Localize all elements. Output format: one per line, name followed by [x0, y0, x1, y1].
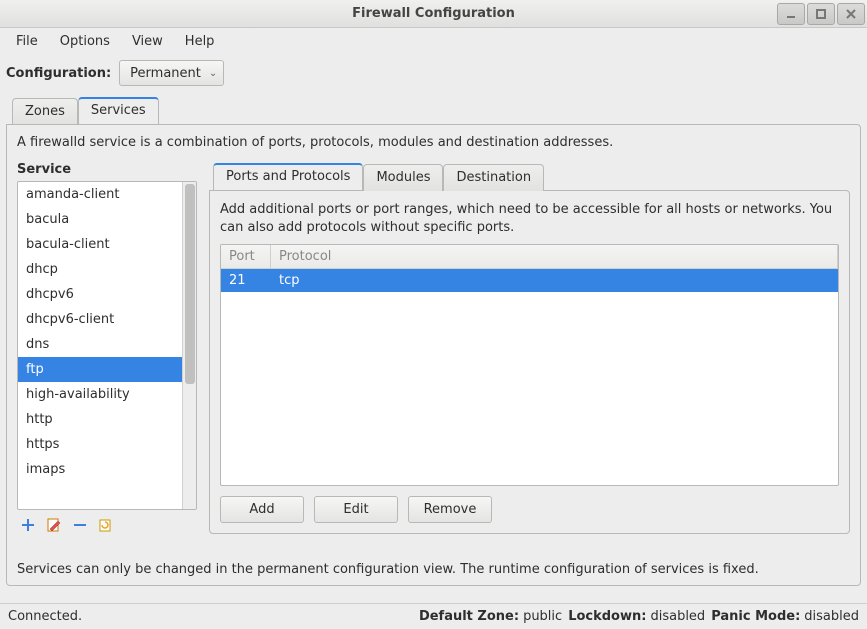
- service-item[interactable]: dhcpv6: [18, 282, 182, 307]
- service-item[interactable]: dhcpv6-client: [18, 307, 182, 332]
- maximize-button[interactable]: [807, 3, 835, 25]
- status-zone-label: Default Zone:: [419, 609, 519, 624]
- close-button[interactable]: [837, 3, 865, 25]
- edit-icon: [47, 518, 61, 532]
- status-panic-value: disabled: [804, 609, 859, 624]
- service-item[interactable]: imaps: [18, 457, 182, 482]
- service-item[interactable]: bacula: [18, 207, 182, 232]
- config-label: Configuration:: [6, 66, 111, 81]
- menu-file[interactable]: File: [6, 30, 48, 53]
- cell-protocol: tcp: [271, 269, 838, 292]
- table-header: Port Protocol: [221, 245, 838, 269]
- menu-help[interactable]: Help: [175, 30, 225, 53]
- remove-service-button[interactable]: [71, 516, 89, 534]
- tab-modules[interactable]: Modules: [363, 164, 443, 191]
- config-combo[interactable]: Permanent ⌄: [119, 60, 224, 86]
- header-port[interactable]: Port: [221, 245, 271, 268]
- cell-port: 21: [221, 269, 271, 292]
- window-title: Firewall Configuration: [0, 6, 867, 21]
- edit-service-button[interactable]: [45, 516, 63, 534]
- statusbar: Connected. Default Zone: public Lockdown…: [0, 603, 867, 629]
- service-item[interactable]: https: [18, 432, 182, 457]
- window-controls: [777, 0, 867, 28]
- chevron-down-icon: ⌄: [209, 68, 217, 79]
- service-list-container: amanda-clientbaculabacula-clientdhcpdhcp…: [17, 181, 197, 510]
- service-heading: Service: [17, 162, 197, 177]
- edit-button[interactable]: Edit: [314, 496, 398, 523]
- ports-buttons: Add Edit Remove: [220, 496, 839, 523]
- footer-note: Services can only be changed in the perm…: [17, 562, 759, 577]
- service-item[interactable]: dns: [18, 332, 182, 357]
- service-item[interactable]: bacula-client: [18, 232, 182, 257]
- scrollbar-thumb[interactable]: [185, 184, 195, 384]
- add-button[interactable]: Add: [220, 496, 304, 523]
- close-icon: [846, 9, 856, 19]
- outer-tabs: Zones Services: [0, 96, 867, 124]
- tab-destination[interactable]: Destination: [443, 164, 544, 191]
- menu-view[interactable]: View: [122, 30, 173, 53]
- service-toolbar: [17, 510, 197, 534]
- service-item[interactable]: ftp: [18, 357, 182, 382]
- header-protocol[interactable]: Protocol: [271, 245, 838, 268]
- status-lockdown-value: disabled: [650, 609, 705, 624]
- service-panel: Service amanda-clientbaculabacula-client…: [17, 162, 197, 534]
- minus-icon: [73, 518, 87, 532]
- service-item[interactable]: high-availability: [18, 382, 182, 407]
- service-item[interactable]: amanda-client: [18, 182, 182, 207]
- menubar: File Options View Help: [0, 28, 867, 54]
- tab-ports-protocols[interactable]: Ports and Protocols: [213, 163, 363, 190]
- status-connection: Connected.: [8, 609, 82, 624]
- service-list[interactable]: amanda-clientbaculabacula-clientdhcpdhcp…: [18, 182, 182, 509]
- remove-button[interactable]: Remove: [408, 496, 492, 523]
- service-item[interactable]: http: [18, 407, 182, 432]
- reload-icon: [99, 518, 113, 532]
- table-row[interactable]: 21tcp: [221, 269, 838, 292]
- ports-page: Add additional ports or port ranges, whi…: [209, 190, 850, 534]
- status-lockdown-label: Lockdown:: [568, 609, 646, 624]
- ports-table[interactable]: Port Protocol 21tcp: [220, 244, 839, 486]
- panes: Service amanda-clientbaculabacula-client…: [17, 162, 850, 534]
- config-row: Configuration: Permanent ⌄: [0, 54, 867, 96]
- services-description: A firewalld service is a combination of …: [17, 135, 850, 150]
- tab-services[interactable]: Services: [78, 97, 159, 124]
- load-defaults-button[interactable]: [97, 516, 115, 534]
- tab-zones[interactable]: Zones: [12, 98, 78, 125]
- status-panic-label: Panic Mode:: [711, 609, 800, 624]
- service-item[interactable]: dhcp: [18, 257, 182, 282]
- inner-tabs: Ports and Protocols Modules Destination: [209, 162, 850, 190]
- titlebar: Firewall Configuration: [0, 0, 867, 28]
- minimize-button[interactable]: [777, 3, 805, 25]
- detail-panel: Ports and Protocols Modules Destination …: [209, 162, 850, 534]
- service-scrollbar[interactable]: [182, 182, 196, 509]
- config-combo-value: Permanent: [130, 66, 201, 81]
- table-body: 21tcp: [221, 269, 838, 292]
- maximize-icon: [816, 9, 826, 19]
- services-page: A firewalld service is a combination of …: [6, 124, 861, 586]
- ports-description: Add additional ports or port ranges, whi…: [220, 201, 839, 236]
- plus-icon: [21, 518, 35, 532]
- status-zone-value: public: [523, 609, 562, 624]
- menu-options[interactable]: Options: [50, 30, 120, 53]
- minimize-icon: [786, 9, 796, 19]
- add-service-button[interactable]: [19, 516, 37, 534]
